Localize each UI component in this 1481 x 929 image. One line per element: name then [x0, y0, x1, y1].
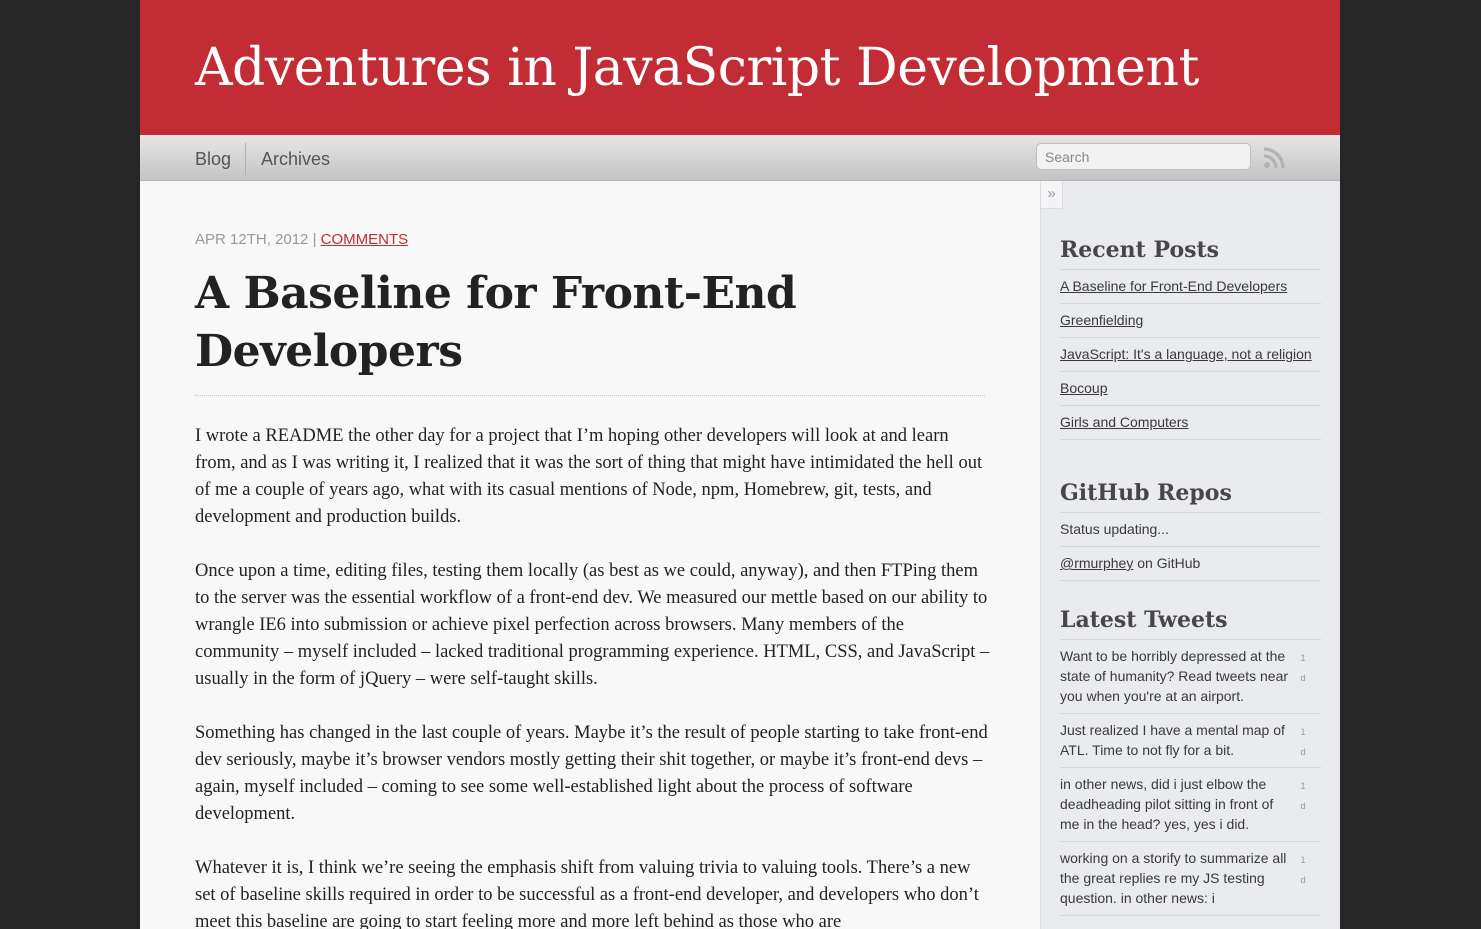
tweet-item: working on a storify to summarize all th…	[1060, 842, 1321, 916]
recent-post-link[interactable]: Bocoup	[1060, 380, 1107, 396]
post-paragraph: Once upon a time, editing files, testing…	[195, 561, 990, 689]
site-title[interactable]: Adventures in JavaScript Development	[195, 38, 1199, 98]
rss-icon[interactable]	[1262, 146, 1286, 170]
nav-divider	[245, 143, 246, 175]
github-user-link[interactable]: @rmurphey	[1060, 555, 1133, 571]
tweet-age[interactable]: 1d	[1299, 850, 1307, 890]
github-status: Status updating...	[1060, 513, 1321, 547]
tweet-age[interactable]: 1d	[1299, 722, 1307, 762]
recent-posts-heading: Recent Posts	[1060, 237, 1321, 270]
github-user-suffix: on GitHub	[1133, 555, 1201, 571]
collapse-sidebar-icon[interactable]: »	[1041, 181, 1063, 209]
recent-post-item: Greenfielding	[1060, 304, 1321, 338]
github-section: GitHub Repos Status updating... @rmurphe…	[1060, 480, 1321, 581]
recent-post-item: A Baseline for Front-End Developers	[1060, 270, 1321, 304]
recent-post-link[interactable]: Greenfielding	[1060, 312, 1143, 328]
recent-post-link[interactable]: JavaScript: It's a language, not a relig…	[1060, 346, 1312, 362]
nav-blog-link[interactable]: Blog	[195, 149, 231, 170]
meta-separator: |	[312, 231, 317, 248]
post-paragraph: Whatever it is, I think we’re seeing the…	[195, 858, 979, 929]
tweet-item: Want to be horribly depressed at the sta…	[1060, 640, 1321, 714]
page: Adventures in JavaScript Development Blo…	[140, 0, 1340, 929]
tweet-age-number: 1	[1300, 781, 1306, 791]
tweet-age-unit: d	[1300, 801, 1306, 811]
recent-post-link[interactable]: Girls and Computers	[1060, 414, 1188, 430]
tweet-text: Just realized I have a mental map of ATL…	[1060, 722, 1285, 758]
post-date: APR 12TH, 2012	[195, 231, 309, 248]
recent-posts-section: Recent Posts A Baseline for Front-End De…	[1060, 237, 1321, 440]
nav-bar: Blog Archives	[140, 135, 1340, 181]
tweets-section: Latest Tweets Want to be horribly depres…	[1060, 607, 1321, 916]
post-paragraph: Something has changed in the last couple…	[195, 723, 988, 824]
github-user-line: @rmurphey on GitHub	[1060, 547, 1321, 581]
sidebar: » Recent Posts A Baseline for Front-End …	[1040, 181, 1340, 929]
recent-post-item: Bocoup	[1060, 372, 1321, 406]
github-heading: GitHub Repos	[1060, 480, 1321, 513]
search-input[interactable]	[1036, 143, 1251, 170]
recent-post-item: JavaScript: It's a language, not a relig…	[1060, 338, 1321, 372]
tweet-age-number: 1	[1300, 727, 1306, 737]
tweet-age-unit: d	[1300, 673, 1306, 683]
tweet-age[interactable]: 1d	[1299, 648, 1307, 688]
recent-post-link[interactable]: A Baseline for Front-End Developers	[1060, 278, 1287, 294]
post-title: A Baseline for Front-End Developers	[195, 268, 797, 377]
tweet-age-number: 1	[1300, 653, 1306, 663]
title-divider	[195, 395, 985, 396]
tweet-text: in other news, did i just elbow the dead…	[1060, 776, 1274, 832]
tweet-item: in other news, did i just elbow the dead…	[1060, 768, 1321, 842]
post-meta: APR 12TH, 2012 | COMMENTS	[195, 231, 408, 248]
tweet-item: Just realized I have a mental map of ATL…	[1060, 714, 1321, 768]
recent-post-item: Girls and Computers	[1060, 406, 1321, 440]
comments-link[interactable]: COMMENTS	[321, 231, 409, 248]
tweet-age-number: 1	[1300, 855, 1306, 865]
tweet-text: Want to be horribly depressed at the sta…	[1060, 648, 1289, 704]
tweet-text: working on a storify to summarize all th…	[1060, 850, 1287, 906]
post-paragraph: I wrote a README the other day for a pro…	[195, 426, 983, 527]
tweet-age[interactable]: 1d	[1299, 776, 1307, 816]
site-header: Adventures in JavaScript Development	[140, 0, 1340, 135]
post-body: I wrote a README the other day for a pro…	[195, 423, 990, 929]
nav-archives-link[interactable]: Archives	[261, 149, 330, 170]
tweets-heading: Latest Tweets	[1060, 607, 1321, 640]
tweet-age-unit: d	[1300, 875, 1306, 885]
tweet-age-unit: d	[1300, 747, 1306, 757]
